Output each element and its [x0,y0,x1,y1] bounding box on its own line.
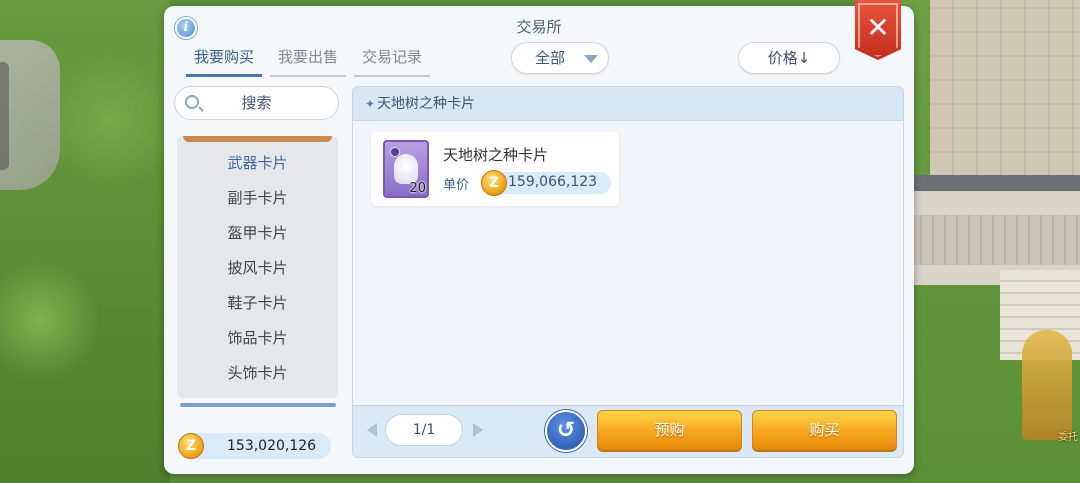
close-button[interactable]: ✕ [855,0,901,60]
results-header: ✦ 天地树之种卡片 [353,87,903,121]
preorder-button[interactable]: 预购 [597,410,742,450]
zeny-coin-icon: Z [178,433,204,459]
category-item-cloak[interactable]: 披风卡片 [177,251,338,286]
zeny-balance: Z 153,020,126 [178,433,331,459]
exchange-window: i 交易所 ✕ 我要购买 我要出售 交易记录 全部 价格↓ 搜索 武器卡片 副手… [164,0,914,474]
category-item-weapon[interactable]: 武器卡片 [177,146,338,181]
filter-selected: 全部 [534,49,565,67]
chevron-down-icon [584,55,598,63]
page-prev-icon[interactable] [367,423,377,437]
window-title: 交易所 [516,18,562,36]
category-item-shoes[interactable]: 鞋子卡片 [177,286,338,321]
npc-label: 委托 [1058,432,1078,443]
sparkle-icon: ✦ [365,97,376,111]
filter-dropdown[interactable]: 全部 [511,42,609,74]
results-header-label: 天地树之种卡片 [377,96,476,112]
item-name: 天地树之种卡片 [443,146,549,164]
page-next-icon[interactable] [473,423,483,437]
price-label: 单价 [443,178,470,193]
buy-button[interactable]: 购买 [752,410,897,450]
tab-sell[interactable]: 我要出售 [270,44,347,77]
category-scroll-indicator [180,403,336,407]
npc-statue[interactable] [1022,330,1072,440]
search-icon [185,95,199,109]
refresh-button[interactable]: ↺ [545,410,587,452]
stone-path [0,40,60,190]
refresh-icon: ↺ [556,418,576,443]
side-drawer-handle[interactable] [0,62,9,170]
courtyard-wall [910,175,1080,285]
category-item-armor[interactable]: 盔甲卡片 [177,216,338,251]
creature-icon [394,154,418,184]
search-button[interactable]: 搜索 [174,86,339,120]
category-item-offhand[interactable]: 副手卡片 [177,181,338,216]
results-panel: ✦ 天地树之种卡片 20 天地树之种卡片 单价 Z 159,066,123 1/1… [352,86,904,458]
stone-plaza [930,0,1080,175]
search-label: 搜索 [241,94,272,112]
price-bar: Z 159,066,123 [481,170,611,196]
tab-history[interactable]: 交易记录 [354,44,431,77]
card-icon: 20 [383,140,429,198]
zeny-coin-icon: Z [481,170,507,196]
tab-buy[interactable]: 我要购买 [186,44,263,77]
category-list: 武器卡片 副手卡片 盔甲卡片 披风卡片 鞋子卡片 饰品卡片 头饰卡片 [177,136,338,398]
tab-bar: 我要购买 我要出售 交易记录 [186,44,431,77]
close-icon: ✕ [866,11,890,44]
results-footer: 1/1 ↺ 预购 购买 [353,405,903,457]
balance-amount: 153,020,126 [227,438,317,454]
page-indicator: 1/1 [385,414,463,446]
sort-price-button[interactable]: 价格↓ [738,42,840,74]
category-item-headwear[interactable]: 头饰卡片 [177,356,338,391]
item-price: 159,066,123 [508,174,598,190]
item-card[interactable]: 20 天地树之种卡片 单价 Z 159,066,123 [371,132,619,206]
category-item-accessory[interactable]: 饰品卡片 [177,321,338,356]
item-quantity: 20 [409,181,426,196]
